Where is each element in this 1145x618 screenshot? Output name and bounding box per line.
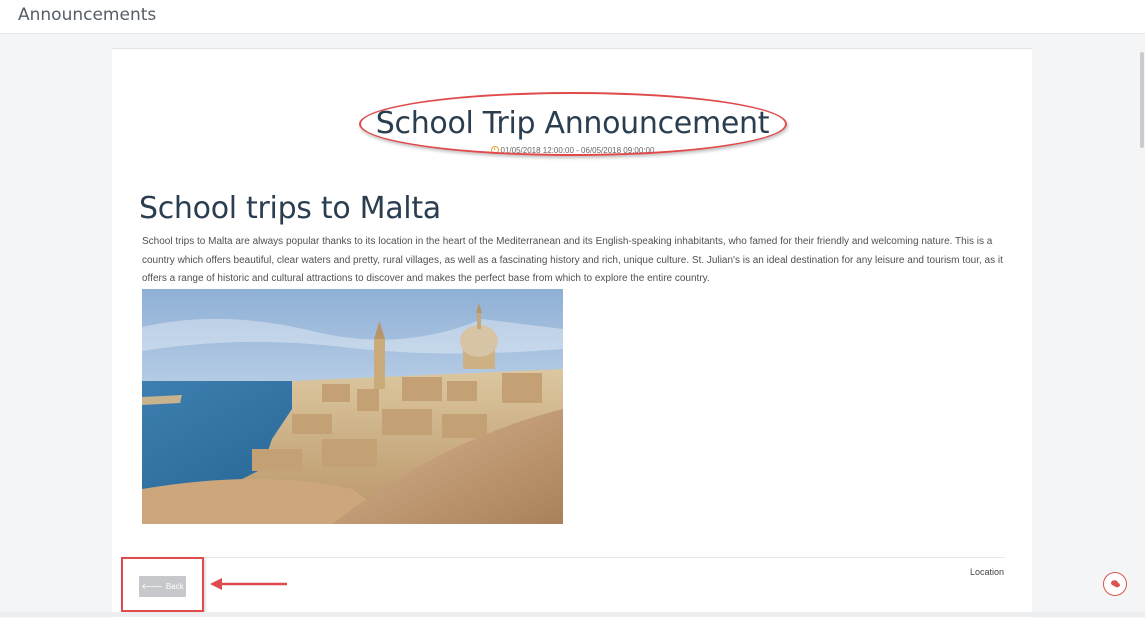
malta-photo-image [142,289,563,524]
article-body: School trips to Malta are always popular… [142,236,1003,284]
back-button-highlight [121,557,204,612]
title-highlight-oval [359,92,787,156]
chat-button[interactable] [1103,572,1127,596]
page-title: Announcements [18,5,157,25]
chat-bubble-icon [1110,580,1120,588]
location-label: Location [969,567,1004,577]
pointer-arrow [210,578,287,590]
footer-divider [139,557,1005,558]
top-bar: Announcements [0,0,1145,34]
article-heading: School trips to Malta [139,191,441,226]
malta-photo [142,289,563,524]
bottom-strip [0,612,1145,617]
